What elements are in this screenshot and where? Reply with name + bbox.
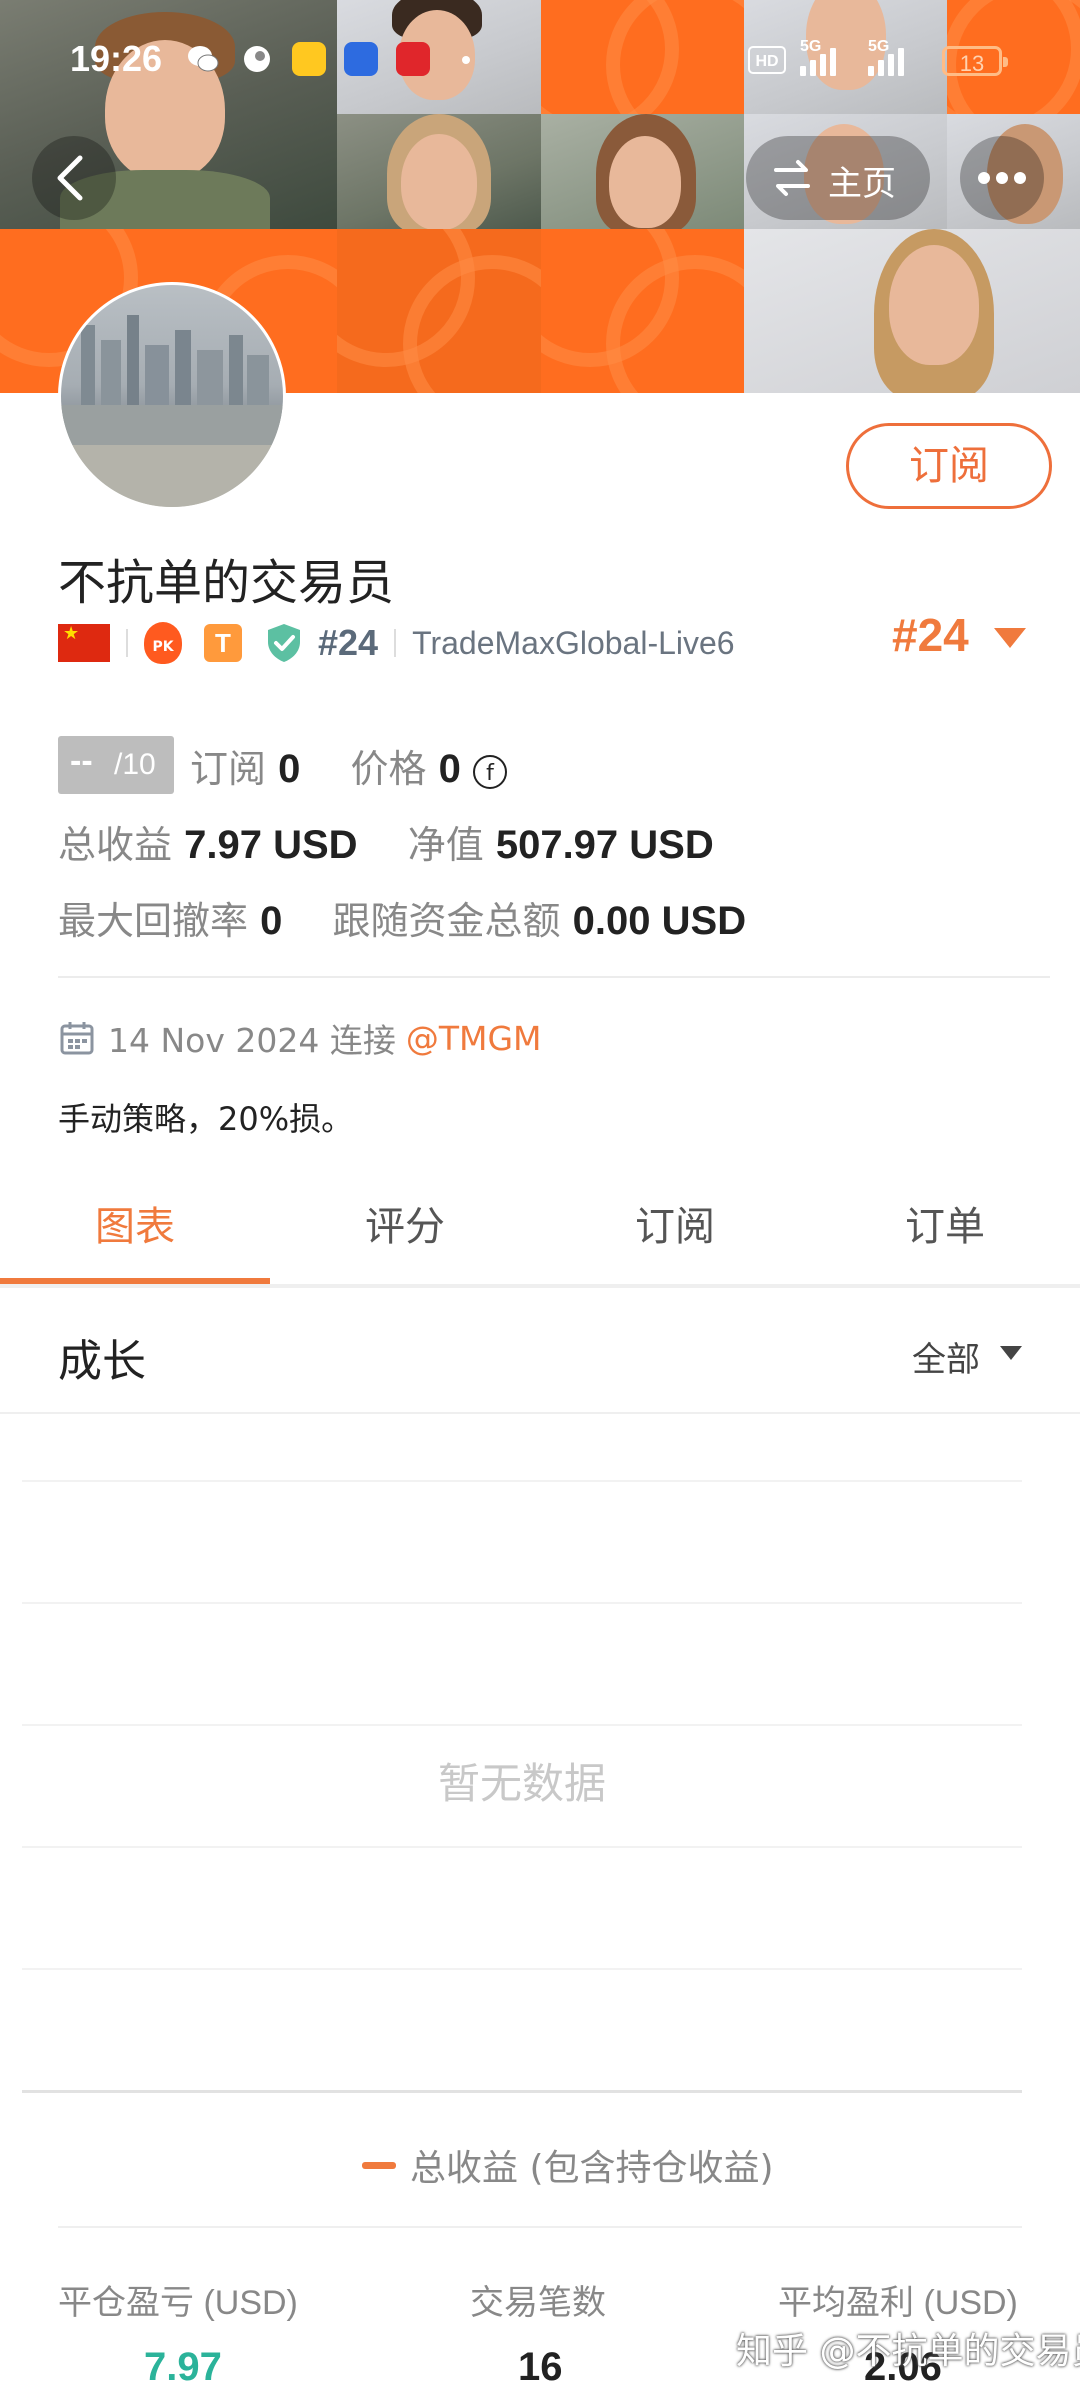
tab-orders[interactable]: 订单 bbox=[810, 1168, 1080, 1286]
subscription-price-row: 订阅 0 价格 0 f bbox=[190, 738, 507, 793]
swap-icon bbox=[774, 160, 810, 196]
score-box: -- /10 bbox=[58, 736, 174, 794]
caret-down-icon[interactable] bbox=[994, 628, 1026, 648]
badge-row: PK T #24 TradeMaxGlobal-Live6 bbox=[58, 618, 735, 668]
tab-rating[interactable]: 评分 bbox=[270, 1168, 540, 1286]
home-label: 主页 bbox=[828, 164, 896, 204]
server-name: TradeMaxGlobal-Live6 bbox=[412, 624, 735, 661]
rank-badge-text: #24 bbox=[318, 622, 379, 663]
rank-dropdown[interactable]: #24 bbox=[892, 608, 969, 662]
news-app-icon bbox=[396, 42, 430, 76]
battery-icon: 13 bbox=[942, 46, 1008, 76]
pk-flame-icon: PK bbox=[144, 622, 182, 664]
follow-funds: 0.00 USD bbox=[572, 899, 747, 943]
price-value: 0 bbox=[438, 747, 461, 791]
avg-profit-label: 平均盈利 (USD) bbox=[778, 2284, 1018, 2322]
chart-legend[interactable]: 总收益 (包含持仓收益) bbox=[362, 2139, 774, 2191]
notification-dot bbox=[462, 56, 470, 64]
total-profit: 7.97 USD bbox=[184, 823, 358, 867]
growth-title: 成长 bbox=[58, 1336, 146, 1387]
trader-name: 不抗单的交易员 bbox=[58, 555, 395, 611]
more-button[interactable] bbox=[960, 136, 1044, 220]
subscriptions-count: 0 bbox=[278, 747, 301, 791]
signal-icon-2 bbox=[868, 44, 904, 76]
banner-photo-woman3 bbox=[744, 229, 1080, 393]
banner-photo-woman1 bbox=[337, 114, 541, 229]
hd-icon: HD bbox=[748, 46, 786, 74]
closed-pnl-value: 7.97 bbox=[144, 2345, 222, 2389]
back-arrow-icon bbox=[57, 155, 83, 201]
status-bar: 19:26 HD 5G 5G 13 bbox=[0, 0, 1080, 120]
trade-count-value: 16 bbox=[518, 2345, 563, 2389]
signal-icon bbox=[800, 44, 836, 76]
more-icon bbox=[978, 172, 1026, 184]
home-button[interactable]: 主页 bbox=[746, 136, 930, 220]
car-app-icon bbox=[292, 42, 326, 76]
app-icon bbox=[240, 42, 274, 76]
connect-date: 14 Nov 2024 连接 bbox=[108, 1021, 396, 1060]
watermark: 知乎 @不抗单的交易员 bbox=[736, 2331, 1080, 2372]
range-filter[interactable]: 全部 bbox=[912, 1332, 980, 1381]
empty-chart-message: 暂无数据 bbox=[437, 1759, 606, 1808]
subscribe-button[interactable]: 订阅 bbox=[846, 423, 1052, 509]
calendar-icon bbox=[60, 1022, 94, 1055]
tab-bar: 图表 评分 订阅 订单 bbox=[0, 1168, 1080, 1286]
t-badge-icon: T bbox=[204, 624, 242, 662]
tab-chart[interactable]: 图表 bbox=[0, 1168, 270, 1286]
coin-icon: f bbox=[473, 754, 507, 789]
drawdown-row: 最大回撤率 0 跟随资金总额 0.00 USD bbox=[58, 899, 747, 943]
profit-row: 总收益 7.97 USD 净值 507.97 USD bbox=[58, 823, 714, 867]
strategy-description: 手动策略，20%损。 bbox=[58, 1100, 354, 1138]
broker-link[interactable]: @TMGM bbox=[406, 1019, 542, 1058]
legend-label: 总收益 (包含持仓收益) bbox=[410, 2148, 774, 2189]
tab-subscriptions[interactable]: 订阅 bbox=[540, 1168, 810, 1286]
clock: 19:26 bbox=[70, 38, 163, 79]
chevron-down-icon[interactable] bbox=[1000, 1346, 1022, 1360]
back-button[interactable] bbox=[32, 136, 116, 220]
closed-pnl-label: 平仓盈亏 (USD) bbox=[58, 2284, 298, 2322]
banner-photo-woman2 bbox=[541, 114, 744, 229]
max-drawdown: 0 bbox=[260, 899, 283, 943]
net-value: 507.97 USD bbox=[495, 823, 714, 867]
verified-shield-icon bbox=[268, 624, 300, 662]
wechat-icon bbox=[186, 42, 220, 76]
baidu-icon bbox=[344, 42, 378, 76]
connect-date-row: 14 Nov 2024 连接 @TMGM bbox=[58, 1014, 542, 1062]
trade-count-label: 交易笔数 bbox=[470, 2284, 606, 2322]
legend-swatch bbox=[362, 2161, 396, 2169]
china-flag-icon bbox=[58, 624, 110, 662]
avatar[interactable] bbox=[58, 282, 286, 510]
